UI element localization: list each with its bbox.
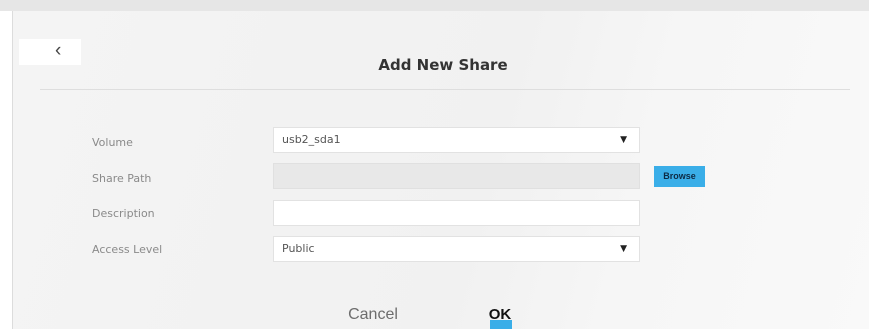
cancel-button[interactable]: Cancel [336, 301, 410, 329]
volume-select[interactable]: usb2_sda1 ▼ [273, 127, 640, 153]
dialog-title: Add New Share [378, 56, 508, 74]
share-path-label: Share Path [92, 172, 152, 185]
back-button[interactable]: ‹ [19, 39, 81, 65]
dropdown-arrow-icon: ▼ [620, 135, 627, 145]
ok-button[interactable]: OK [478, 301, 522, 329]
volume-label: Volume [92, 136, 133, 149]
dropdown-arrow-icon: ▼ [620, 244, 627, 254]
description-input[interactable] [273, 200, 640, 226]
app-frame: ‹ Add New Share Volume usb2_sda1 ▼ Share… [0, 0, 869, 329]
access-level-label: Access Level [92, 243, 163, 256]
access-level-value: Public [282, 242, 315, 255]
access-level-select[interactable]: Public ▼ [273, 236, 640, 262]
chevron-left-icon: ‹ [55, 40, 62, 61]
description-label: Description [92, 207, 155, 220]
browse-button[interactable]: Browse [654, 166, 705, 187]
top-strip [0, 0, 869, 11]
share-path-field[interactable] [273, 163, 640, 189]
ok-label: OK [488, 306, 512, 323]
title-divider [40, 89, 850, 90]
volume-value: usb2_sda1 [282, 133, 341, 146]
